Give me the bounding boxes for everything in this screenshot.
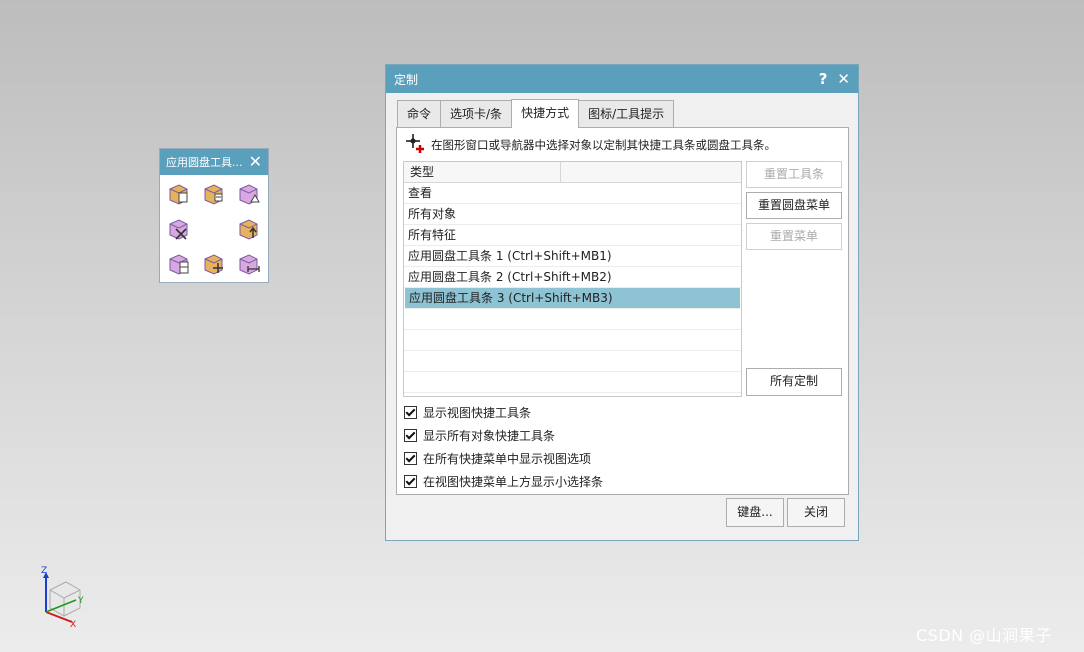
box-measure-icon[interactable] [237, 252, 261, 276]
checkbox-label: 显示所有对象快捷工具条 [423, 429, 556, 443]
list-item[interactable]: 查看 [404, 183, 741, 204]
tab-tabs-bars[interactable]: 选项卡/条 [440, 100, 513, 127]
box-rotate-icon[interactable] [202, 182, 226, 206]
tab-commands[interactable]: 命令 [397, 100, 442, 127]
dialog-titlebar[interactable]: 定制 ? ✕ [386, 65, 858, 93]
hint-text: 在图形窗口或导航器中选择对象以定制其快捷工具条或圆盘工具条。 [431, 138, 776, 152]
list-header-empty [561, 162, 741, 182]
checkbox-checked[interactable] [404, 475, 417, 488]
options-checkboxes: 显示视图快捷工具条 显示所有对象快捷工具条 在所有快捷菜单中显示视图选项 在视图… [404, 401, 603, 493]
box-split-icon[interactable] [167, 252, 191, 276]
type-list[interactable]: 类型 查看 所有对象 所有特征 应用圆盘工具条 1 (Ctrl+Shift+MB… [403, 161, 742, 397]
dialog-title: 定制 [394, 72, 419, 87]
checkbox-checked[interactable] [404, 429, 417, 442]
box-move-icon[interactable] [202, 252, 226, 276]
list-item-empty [404, 393, 741, 396]
box-delete-icon[interactable] [167, 217, 191, 241]
tab-bar: 命令 选项卡/条 快捷方式 图标/工具提示 [397, 99, 675, 128]
tab-shortcuts[interactable]: 快捷方式 [511, 99, 580, 128]
tab-icons-tooltips[interactable]: 图标/工具提示 [578, 100, 675, 127]
hint-row: 在图形窗口或导航器中选择对象以定制其快捷工具条或圆盘工具条。 [405, 132, 776, 158]
list-item-selected[interactable]: 应用圆盘工具条 3 (Ctrl+Shift+MB3) [405, 288, 740, 309]
list-item[interactable]: 所有特征 [404, 225, 741, 246]
reset-toolbar-button[interactable]: 重置工具条 [746, 161, 842, 188]
list-item[interactable]: 应用圆盘工具条 2 (Ctrl+Shift+MB2) [404, 267, 741, 288]
checkbox-label: 显示视图快捷工具条 [423, 406, 532, 420]
close-icon[interactable]: ✕ [837, 70, 850, 88]
list-item[interactable]: 应用圆盘工具条 1 (Ctrl+Shift+MB1) [404, 246, 741, 267]
axis-label-z: Z [41, 566, 48, 576]
close-icon[interactable]: ✕ [249, 154, 262, 170]
axis-label-y: Y [78, 596, 84, 606]
checkbox-checked[interactable] [404, 452, 417, 465]
box-triangle-icon[interactable] [237, 182, 261, 206]
reset-menu-button[interactable]: 重置菜单 [746, 223, 842, 250]
radial-toolbar-window: 应用圆盘工具... ✕ [159, 148, 269, 283]
list-item-empty [404, 351, 741, 372]
radial-toolbar-grid [160, 175, 268, 282]
coordinate-triad: Z Y X [38, 566, 88, 632]
crosshair-select-icon [405, 133, 427, 158]
checkbox-label: 在所有快捷菜单中显示视图选项 [423, 452, 592, 466]
box-copy-icon[interactable] [167, 182, 191, 206]
checkbox-show-mini-selection-bar[interactable]: 在视图快捷菜单上方显示小选择条 [404, 470, 603, 493]
list-item-empty [404, 372, 741, 393]
radial-toolbar-titlebar[interactable]: 应用圆盘工具... ✕ [160, 149, 268, 175]
help-icon[interactable]: ? [819, 70, 828, 88]
checkbox-checked[interactable] [404, 406, 417, 419]
box-up-arrow-icon[interactable] [237, 217, 261, 241]
checkbox-show-view-shortcut-toolbar[interactable]: 显示视图快捷工具条 [404, 401, 603, 424]
checkbox-show-all-objects-shortcut-toolbar[interactable]: 显示所有对象快捷工具条 [404, 424, 603, 447]
radial-toolbar-title: 应用圆盘工具... [166, 156, 243, 169]
watermark: CSDN @山涧果子 [916, 626, 1052, 645]
checkbox-show-view-options-in-menus[interactable]: 在所有快捷菜单中显示视图选项 [404, 447, 603, 470]
checkbox-label: 在视图快捷菜单上方显示小选择条 [423, 475, 604, 489]
list-header: 类型 [404, 162, 741, 183]
list-header-type[interactable]: 类型 [404, 162, 561, 182]
list-item[interactable]: 所有对象 [404, 204, 741, 225]
reset-radial-menu-button[interactable]: 重置圆盘菜单 [746, 192, 842, 219]
axis-label-x: X [70, 620, 77, 630]
close-button[interactable]: 关闭 [787, 498, 845, 527]
list-item-empty [404, 330, 741, 351]
customize-dialog: 定制 ? ✕ 命令 选项卡/条 快捷方式 图标/工具提示 在图形窗口或导航器中选… [385, 64, 859, 541]
shortcuts-panel: 在图形窗口或导航器中选择对象以定制其快捷工具条或圆盘工具条。 类型 查看 所有对… [396, 127, 849, 495]
all-customizations-button[interactable]: 所有定制 [746, 368, 842, 396]
list-item-empty [404, 309, 741, 330]
keyboard-button[interactable]: 键盘... [726, 498, 784, 527]
